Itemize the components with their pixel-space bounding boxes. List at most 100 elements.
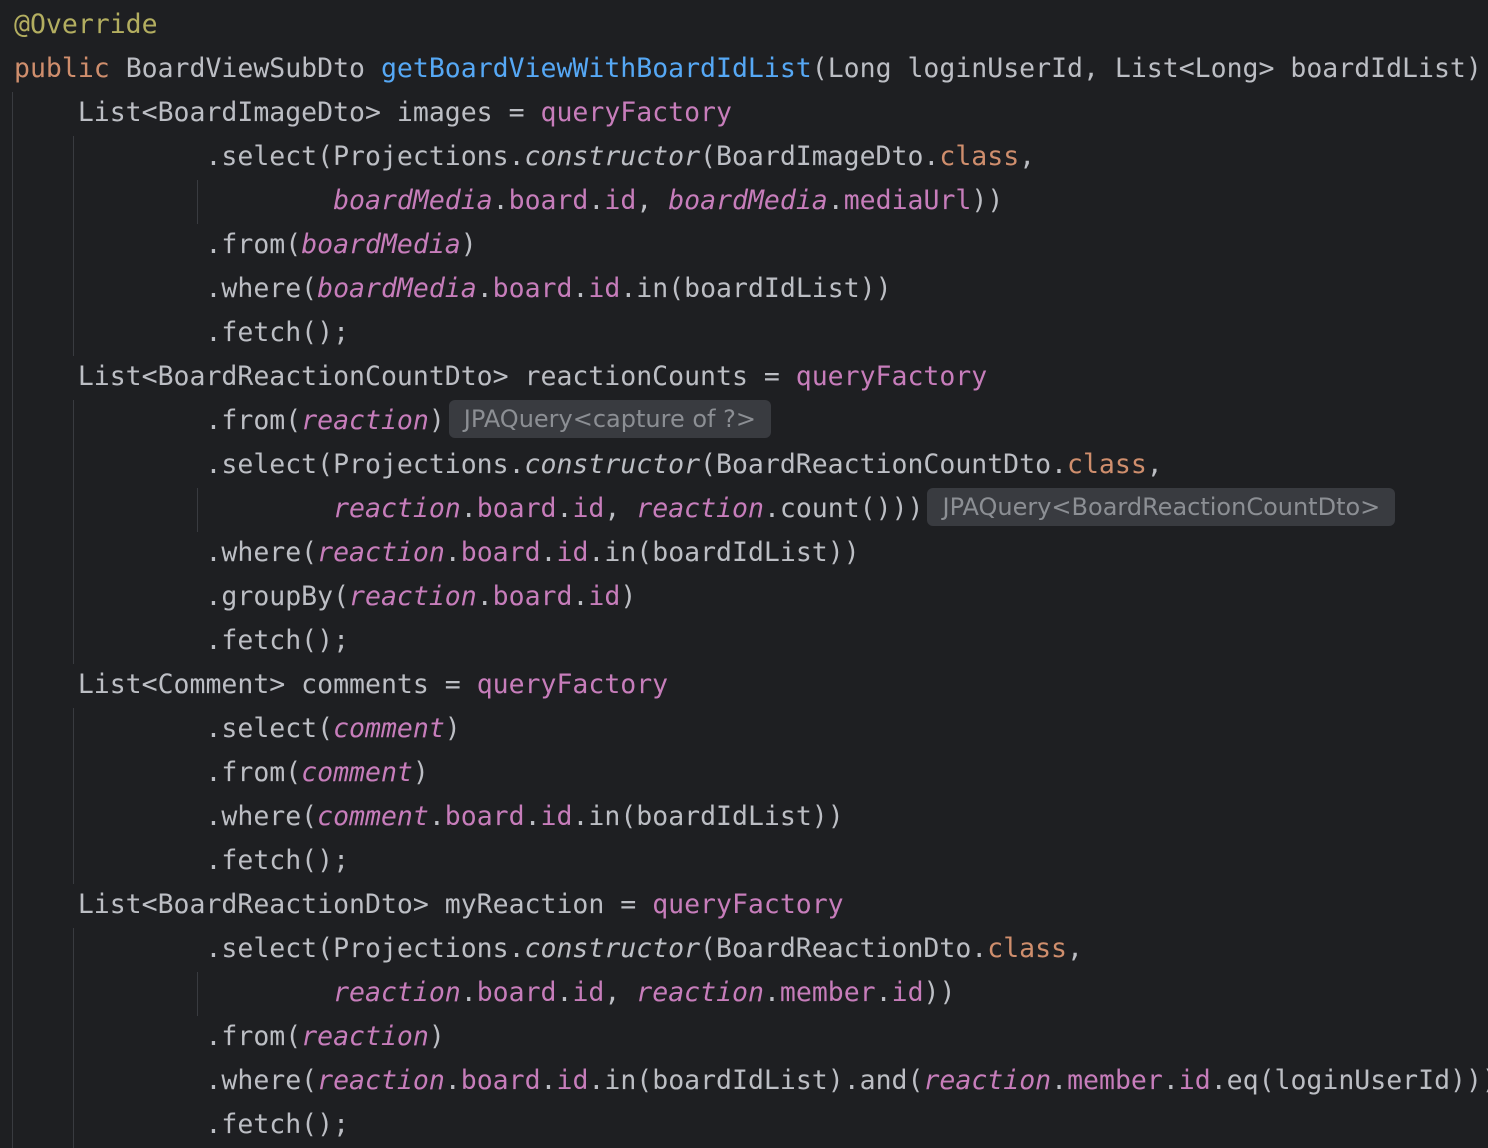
code-text: .select(Projections. [14, 141, 525, 172]
static-field-token: reaction [317, 1065, 445, 1096]
static-method-token: constructor [524, 141, 701, 172]
code-text: ) [428, 405, 445, 436]
code-editor[interactable]: @Override public BoardViewSubDto getBoard… [0, 0, 1488, 1148]
code-text: ) [412, 757, 429, 788]
static-method-token: constructor [524, 933, 701, 964]
static-field-token: reaction [301, 405, 429, 436]
method-name-token: getBoardViewWithBoardIdList [380, 53, 812, 84]
type-inlay-hint: JPAQuery<BoardReactionCountDto> [927, 488, 1396, 526]
field-token: id [572, 977, 605, 1008]
code-text: ) [620, 581, 637, 612]
field-token: queryFactory [540, 97, 732, 128]
code-line-4[interactable]: .select(Projections.constructor(BoardIma… [14, 135, 1035, 179]
code-line-13[interactable]: .where(reaction.board.id.in(boardIdList)… [14, 531, 860, 575]
code-text: .where( [14, 273, 318, 304]
code-line-11[interactable]: .select(Projections.constructor(BoardRea… [14, 443, 1162, 487]
code-line-12[interactable]: reaction.board.id, reaction.count())) JPA… [14, 487, 1396, 531]
field-token: id [556, 1065, 589, 1096]
field-token: queryFactory [795, 361, 988, 392]
static-field-token: boardMedia [301, 229, 461, 260]
code-text: . [827, 185, 844, 216]
code-text: )) [923, 977, 956, 1008]
static-field-token: boardMedia [333, 185, 493, 216]
keyword-token: class [1067, 449, 1147, 480]
code-line-23[interactable]: reaction.board.id, reaction.member.id)) [14, 971, 955, 1015]
code-line-2[interactable]: public BoardViewSubDto getBoardViewWithB… [14, 47, 1488, 91]
field-token: id [1178, 1065, 1211, 1096]
code-text: , [636, 185, 669, 216]
code-text: . [556, 493, 573, 524]
code-text: (BoardReactionCountDto. [700, 449, 1067, 480]
code-line-15[interactable]: .fetch(); [14, 619, 349, 663]
static-field-token: comment [333, 713, 445, 744]
code-text: , [1019, 141, 1036, 172]
field-token: id [540, 801, 573, 832]
code-line-8[interactable]: .fetch(); [14, 311, 349, 355]
static-field-token: reaction [333, 977, 461, 1008]
field-token: id [572, 493, 605, 524]
static-field-token: reaction [923, 1065, 1052, 1096]
code-line-21[interactable]: List<BoardReactionDto> myReaction = quer… [14, 883, 844, 927]
code-line-9[interactable]: List<BoardReactionCountDto> reactionCoun… [14, 355, 987, 399]
code-text: BoardViewSubDto [109, 53, 381, 84]
code-text: . [572, 581, 589, 612]
code-text: .groupBy( [14, 581, 350, 612]
code-text: .where( [14, 801, 318, 832]
code-line-24[interactable]: .from(reaction) [14, 1015, 444, 1059]
code-text: . [476, 273, 493, 304]
static-field-token: reaction [349, 581, 477, 612]
code-line-17[interactable]: .select(comment) [14, 707, 461, 751]
code-text: .fetch(); [14, 845, 350, 876]
code-line-1[interactable]: @Override [14, 3, 158, 47]
code-text: . [763, 977, 780, 1008]
static-field-token: reaction [636, 977, 764, 1008]
indent-guide-method-body [12, 92, 13, 1148]
code-text: , [1067, 933, 1083, 964]
field-token: board [508, 185, 589, 216]
field-token: id [891, 977, 924, 1008]
code-line-3[interactable]: List<BoardImageDto> images = queryFactor… [14, 91, 732, 135]
code-text: , [604, 977, 637, 1008]
code-text: . [444, 537, 461, 568]
code-text: List<Comment> comments = [14, 669, 477, 700]
static-method-token: constructor [524, 449, 701, 480]
static-field-token: reaction [301, 1021, 429, 1052]
code-text: )) [971, 185, 1004, 216]
code-line-26[interactable]: .fetch(); [14, 1103, 349, 1147]
static-field-token: comment [301, 757, 413, 788]
code-line-14[interactable]: .groupBy(reaction.board.id) [14, 575, 636, 619]
field-token: id [604, 185, 637, 216]
code-line-19[interactable]: .where(comment.board.id.in(boardIdList)) [14, 795, 844, 839]
field-token: queryFactory [652, 889, 844, 920]
code-line-10[interactable]: .from(reaction) JPAQuery<capture of ?> [14, 399, 771, 443]
field-token: board [460, 537, 541, 568]
code-line-6[interactable]: .from(boardMedia) [14, 223, 476, 267]
code-line-16[interactable]: List<Comment> comments = queryFactory [14, 663, 668, 707]
code-text: .from( [14, 757, 302, 788]
code-text: .select( [14, 713, 334, 744]
code-text: .from( [14, 1021, 302, 1052]
code-text: .in(boardIdList)) [572, 801, 844, 832]
code-line-20[interactable]: .fetch(); [14, 839, 349, 883]
code-line-18[interactable]: .from(comment) [14, 751, 429, 795]
code-text: .in(boardIdList)) [588, 537, 860, 568]
code-text: . [572, 273, 589, 304]
code-text: ) [444, 713, 461, 744]
code-text: . [588, 185, 605, 216]
code-text: .select(Projections. [14, 449, 525, 480]
keyword-token: public [14, 53, 110, 84]
static-field-token: boardMedia [668, 185, 828, 216]
field-token: member [1067, 1065, 1163, 1096]
code-line-5[interactable]: boardMedia.board.id, boardMedia.mediaUrl… [14, 179, 1003, 223]
field-token: board [492, 581, 573, 612]
field-token: queryFactory [476, 669, 669, 700]
code-line-7[interactable]: .where(boardMedia.board.id.in(boardIdLis… [14, 267, 891, 311]
static-field-token: comment [317, 801, 429, 832]
keyword-token: class [939, 141, 1020, 172]
code-line-22[interactable]: .select(Projections.constructor(BoardRea… [14, 927, 1083, 971]
code-text: . [524, 801, 541, 832]
code-line-25[interactable]: .where(reaction.board.id.in(boardIdList)… [14, 1059, 1488, 1103]
code-text: . [444, 1065, 461, 1096]
